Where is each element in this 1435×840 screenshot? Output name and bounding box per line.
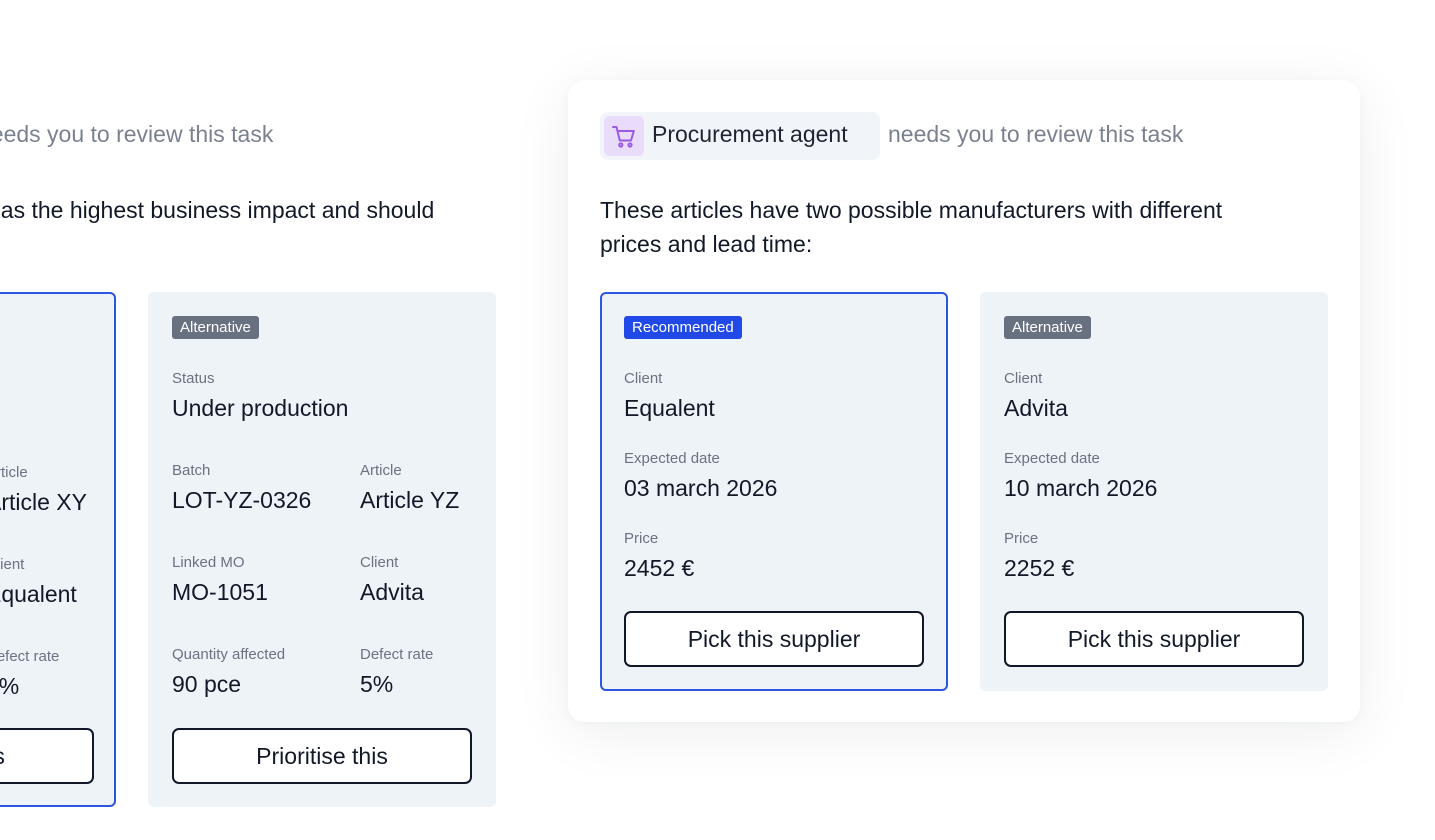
expected-date-value: 03 march 2026 — [624, 475, 778, 501]
client-label: Client — [360, 554, 399, 571]
review-text: needs you to review this task — [888, 121, 1184, 147]
client-value: Advita — [360, 579, 424, 605]
task-question-line1: has the highest business impact and shou… — [0, 197, 435, 223]
status-label: Status — [172, 370, 215, 387]
article-value: Article YZ — [360, 487, 460, 513]
pick-supplier-button[interactable]: Pick this supplier — [624, 611, 924, 667]
client-label: Client — [1004, 370, 1043, 387]
article-value: Article XY — [0, 489, 87, 515]
review-text: needs you to review this task — [0, 121, 274, 147]
alternative-badge: Alternative — [172, 316, 259, 339]
pick-supplier-button[interactable]: Pick this supplier — [1004, 611, 1304, 667]
procurement-task-panel: Procurement agent needs you to review th… — [568, 80, 1360, 722]
alternative-option-card: Alternative Status Under production Batc… — [148, 292, 496, 807]
batch-value: LOT-YZ-0326 — [172, 487, 312, 513]
price-value: 2252 € — [1004, 555, 1075, 581]
background-task-panel: needs you to review this task has the hi… — [0, 0, 520, 840]
article-label: Article — [0, 464, 28, 481]
client-label: Client — [0, 556, 25, 573]
client-label: Client — [624, 370, 663, 387]
agent-chip: Procurement agent — [600, 112, 880, 160]
quantity-affected-value: 90 pce — [172, 671, 242, 697]
prioritise-button[interactable]: Prioritise this — [172, 728, 472, 784]
status-value: Under production — [172, 395, 349, 421]
defect-rate-value: 5% — [360, 671, 394, 697]
expected-date-value: 10 march 2026 — [1004, 475, 1158, 501]
expected-date-label: Expected date — [1004, 450, 1100, 467]
recommended-badge: Recommended — [624, 316, 742, 339]
shopping-cart-icon — [604, 116, 644, 156]
price-value: 2452 € — [624, 555, 695, 581]
article-label: Article — [360, 462, 402, 479]
quantity-affected-label: Quantity affected — [172, 646, 286, 663]
linked-mo-value: MO-1051 — [172, 579, 268, 605]
client-value: Equalent — [0, 581, 77, 607]
batch-label: Batch — [172, 462, 211, 479]
prioritise-button[interactable]: Prioritise this — [0, 728, 94, 784]
defect-rate-label: Defect rate — [360, 646, 434, 663]
agent-name: Procurement agent — [652, 121, 848, 147]
client-value: Advita — [1004, 395, 1068, 421]
task-question-line1: These articles have two possible manufac… — [600, 197, 1223, 223]
price-label: Price — [1004, 530, 1039, 547]
task-question-line2: ? — [0, 227, 1, 261]
alternative-badge: Alternative — [1004, 316, 1091, 339]
defect-rate-value: 5% — [0, 673, 20, 699]
alternative-supplier-card: Alternative Client Advita Expected date … — [980, 292, 1328, 691]
linked-mo-label: Linked MO — [172, 554, 245, 571]
recommended-supplier-card: Recommended Client Equalent Expected dat… — [600, 292, 948, 691]
expected-date-label: Expected date — [624, 450, 720, 467]
recommended-option-card: Article Article XY Client Equalent Defec… — [0, 292, 116, 807]
task-question-line2: prices and lead time: — [600, 231, 813, 257]
price-label: Price — [624, 530, 659, 547]
client-value: Equalent — [624, 395, 715, 421]
defect-rate-label: Defect rate — [0, 648, 60, 665]
